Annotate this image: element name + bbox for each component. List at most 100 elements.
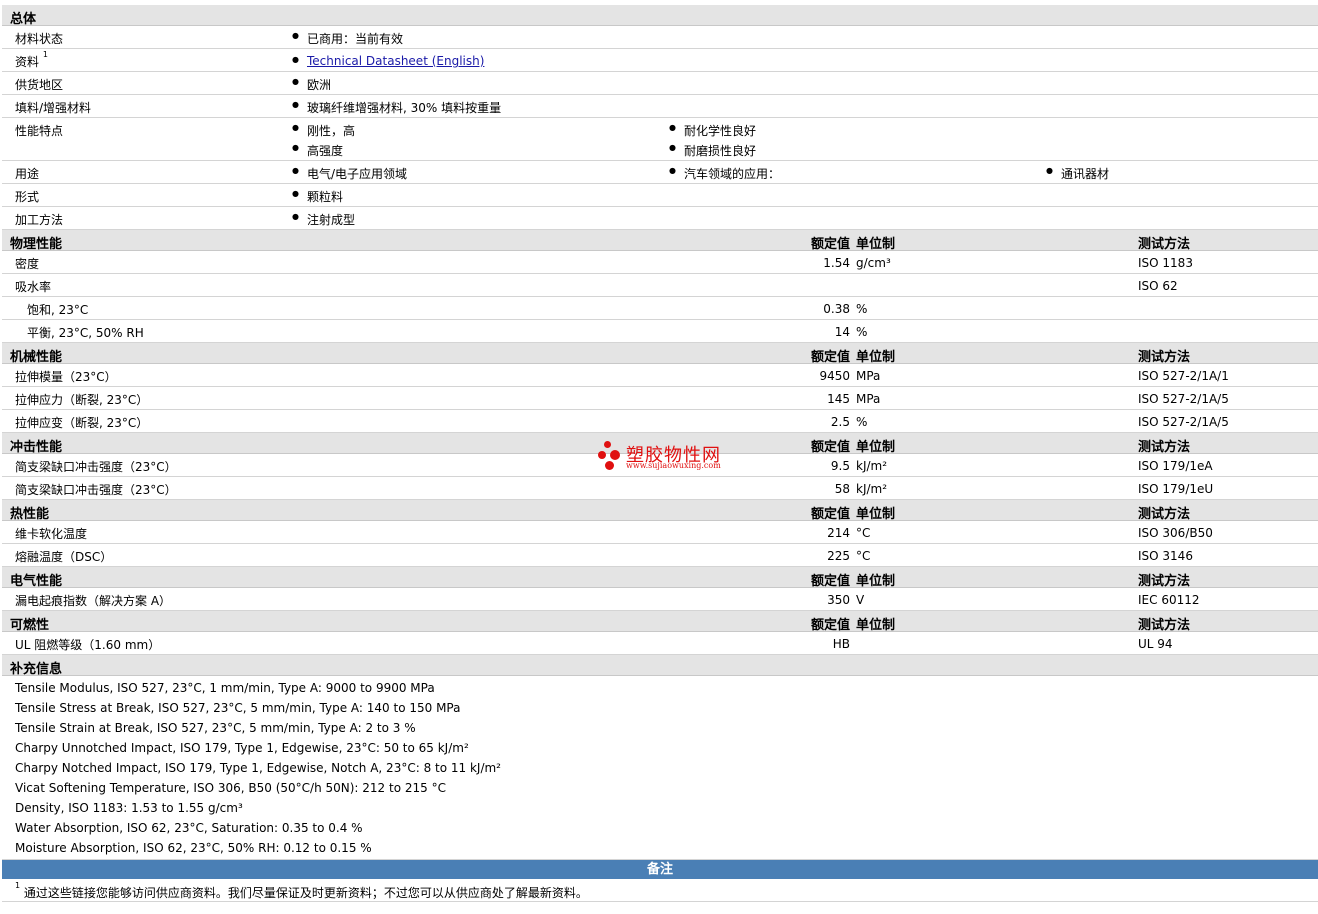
property-value: 2.5 (830, 415, 850, 429)
supplement-line: Density, ISO 1183: 1.53 to 1.55 g/cm³ (15, 801, 243, 815)
watermark-logo: 塑胶物性网 www.sujiaowuxing.com (598, 441, 738, 475)
property-label: 简支梁缺口冲击强度（23°C） (15, 460, 177, 474)
col-header-test: 测试方法 (1138, 618, 1191, 633)
section-title: 机械性能 (10, 350, 63, 365)
property-label: 拉伸应力（断裂, 23°C） (15, 393, 149, 407)
section-title: 热性能 (10, 507, 50, 522)
row-value: 欧洲 (292, 76, 331, 93)
property-unit: MPa (856, 369, 881, 383)
property-test: ISO 1183 (1138, 256, 1193, 270)
remarks-text: 1 通过这些链接您能够访问供应商资料。我们尽量保证及时更新资料；不过您可以从供应… (15, 881, 588, 900)
section-thermal-header: 热性能 额定值 单位制 测试方法 (2, 500, 1318, 522)
property-label: 熔融温度（DSC） (15, 550, 113, 564)
property-test: ISO 527-2/1A/1 (1138, 369, 1229, 383)
supplement-line: Charpy Unnotched Impact, ISO 179, Type 1… (15, 741, 469, 755)
col-header-test: 测试方法 (1138, 440, 1191, 455)
property-row: 饱和, 23°C 0.38 % (2, 297, 1318, 320)
row-label: 形式 (15, 190, 40, 204)
feature-item: 高强度 (292, 142, 343, 159)
property-label: 维卡软化温度 (15, 527, 88, 541)
remarks-header: 备注 (2, 860, 1318, 879)
row-value: 已商用：当前有效 (292, 30, 403, 47)
property-label: 拉伸模量（23°C） (15, 370, 117, 384)
technical-datasheet-link[interactable]: Technical Datasheet (English) (307, 54, 484, 68)
property-label: 饱和, 23°C (27, 303, 89, 317)
watermark-url: www.sujiaowuxing.com (626, 461, 721, 470)
property-test: ISO 527-2/1A/5 (1138, 392, 1229, 406)
datasheet-link-item: Technical Datasheet (English) (292, 54, 484, 68)
property-row: 漏电起痕指数（解决方案 A） 350 V IEC 60112 (2, 588, 1318, 611)
footnote-ref: 1 (42, 50, 48, 59)
property-unit: °C (856, 549, 871, 563)
row-label: 供货地区 (15, 78, 64, 92)
logo-dot (598, 451, 606, 459)
property-test: ISO 62 (1138, 279, 1178, 293)
property-unit: g/cm³ (856, 256, 891, 270)
property-label: 吸水率 (15, 280, 52, 294)
row-label: 填料/增强材料 (15, 101, 92, 115)
footnote-marker: 1 (15, 881, 21, 890)
row-label: 加工方法 (15, 213, 64, 227)
col-header-nominal: 额定值 (810, 507, 850, 522)
col-header-unit: 单位制 (856, 574, 896, 589)
col-header-nominal: 额定值 (810, 618, 850, 633)
col-header-test: 测试方法 (1138, 350, 1191, 365)
property-label: UL 阻燃等级（1.60 mm） (15, 638, 161, 652)
section-mechanical-header: 机械性能 额定值 单位制 测试方法 (2, 343, 1318, 365)
property-value: 9.5 (830, 459, 850, 473)
property-unit: % (856, 302, 868, 316)
row-value: 玻璃纤维增强材料, 30% 填料按重量 (292, 99, 501, 116)
col-header-nominal: 额定值 (810, 237, 850, 252)
row-material-status: 材料状态 已商用：当前有效 (2, 26, 1318, 49)
row-label: 用途 (15, 167, 40, 181)
col-header-unit: 单位制 (856, 350, 896, 365)
col-header-unit: 单位制 (856, 440, 896, 455)
col-header-unit: 单位制 (856, 618, 896, 633)
section-general-header: 总体 (2, 5, 1318, 27)
property-row: 吸水率 ISO 62 (2, 274, 1318, 297)
section-title: 物理性能 (10, 237, 63, 252)
property-test: ISO 306/B50 (1138, 526, 1213, 540)
property-value: 14 (834, 325, 850, 339)
property-row: 熔融温度（DSC） 225 °C ISO 3146 (2, 544, 1318, 567)
logo-dot (605, 461, 614, 470)
supplement-line: Charpy Notched Impact, ISO 179, Type 1, … (15, 761, 501, 775)
supplement-line: Water Absorption, ISO 62, 23°C, Saturati… (15, 821, 363, 835)
property-unit: % (856, 325, 868, 339)
row-form: 形式 颗粒料 (2, 184, 1318, 207)
property-test: ISO 179/1eU (1138, 482, 1214, 496)
col-header-nominal: 额定值 (810, 350, 850, 365)
property-label: 密度 (15, 257, 40, 271)
row-features: 性能特点 刚性，高 高强度 耐化学性良好 耐磨损性良好 (2, 118, 1318, 161)
property-row: 拉伸应变（断裂, 23°C） 2.5 % ISO 527-2/1A/5 (2, 410, 1318, 433)
row-processing: 加工方法 注射成型 (2, 207, 1318, 230)
col-header-nominal: 额定值 (810, 574, 850, 589)
use-item: 汽车领域的应用： (669, 165, 780, 182)
section-title: 冲击性能 (10, 440, 63, 455)
property-test: ISO 527-2/1A/5 (1138, 415, 1229, 429)
logo-dot (610, 450, 620, 460)
property-row: UL 阻燃等级（1.60 mm） HB UL 94 (2, 632, 1318, 655)
property-value: 0.38 (823, 302, 850, 316)
col-header-test: 测试方法 (1138, 237, 1191, 252)
property-label: 平衡, 23°C, 50% RH (27, 326, 144, 340)
property-value: 58 (834, 482, 850, 496)
property-value: HB (832, 637, 850, 651)
col-header-test: 测试方法 (1138, 507, 1191, 522)
supplement-line: Tensile Modulus, ISO 527, 23°C, 1 mm/min… (15, 681, 435, 695)
section-title: 总体 (10, 12, 37, 27)
property-unit: °C (856, 526, 871, 540)
use-item: 通讯器材 (1046, 165, 1109, 182)
col-header-unit: 单位制 (856, 507, 896, 522)
remarks-row: 1 通过这些链接您能够访问供应商资料。我们尽量保证及时更新资料；不过您可以从供应… (2, 879, 1318, 902)
section-electrical-header: 电气性能 额定值 单位制 测试方法 (2, 567, 1318, 589)
supplement-line: Tensile Stress at Break, ISO 527, 23°C, … (15, 701, 461, 715)
property-label: 漏电起痕指数（解决方案 A） (15, 594, 172, 608)
property-row: 维卡软化温度 214 °C ISO 306/B50 (2, 521, 1318, 544)
property-unit: kJ/m² (856, 459, 888, 473)
property-value: 9450 (819, 369, 850, 383)
property-test: UL 94 (1138, 637, 1173, 651)
col-header-test: 测试方法 (1138, 574, 1191, 589)
row-region: 供货地区 欧洲 (2, 72, 1318, 95)
row-value: 注射成型 (292, 211, 355, 228)
